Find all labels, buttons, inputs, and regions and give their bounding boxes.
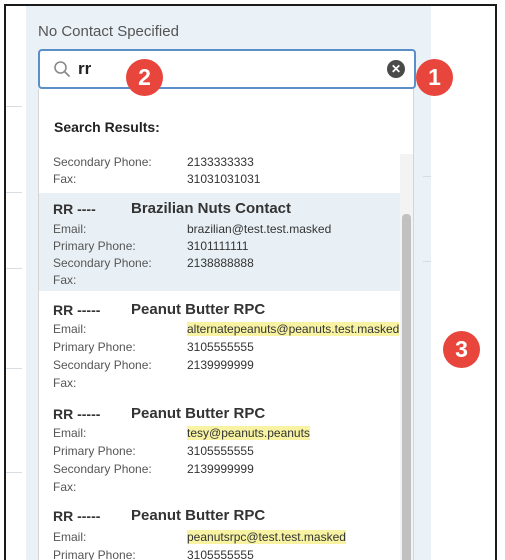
results-scrollbar[interactable] <box>400 154 413 560</box>
field-value: 31031031031 <box>187 172 261 186</box>
field-label: Primary Phone: <box>53 239 136 253</box>
search-input[interactable] <box>78 57 368 81</box>
field-value: alternatepeanuts@peanuts.test.masked <box>187 322 400 336</box>
field-value: 3105555555 <box>187 444 254 458</box>
background-divider <box>6 106 22 107</box>
contact-panel: No Contact Specified ✕ Search Results: S… <box>26 6 431 560</box>
field-label: Email: <box>53 530 87 544</box>
result-name: Peanut Butter RPC <box>131 405 266 422</box>
clear-search-icon[interactable]: ✕ <box>387 60 405 78</box>
field-value: 2139999999 <box>187 462 254 476</box>
field-label: Secondary Phone: <box>53 358 152 372</box>
search-results-title: Search Results: <box>54 119 160 135</box>
contact-search-box[interactable]: ✕ <box>38 49 416 89</box>
search-results-dropdown: Search Results: Secondary Phone: 2133333… <box>38 89 414 560</box>
result-partial[interactable]: Secondary Phone: 2133333333 Fax: 3103103… <box>39 151 401 191</box>
background-divider <box>6 368 22 369</box>
background-divider <box>6 472 22 473</box>
background-divider <box>423 261 431 262</box>
screenshot-frame: No Contact Specified ✕ Search Results: S… <box>4 4 497 560</box>
result-name: Brazilian Nuts Contact <box>131 200 292 217</box>
field-label: Primary Phone: <box>53 548 136 560</box>
result-code: RR ----- <box>53 302 101 318</box>
result-code: RR ----- <box>53 508 101 524</box>
field-label: Fax: <box>53 172 77 186</box>
result-code: RR ---- <box>53 201 96 217</box>
field-value: 2138888888 <box>187 256 254 270</box>
result-name: Peanut Butter RPC <box>131 507 266 524</box>
result-item[interactable]: RR ---- Brazilian Nuts Contact Email: br… <box>39 193 401 291</box>
field-label: Fax: <box>53 376 77 390</box>
callout-badge-1: 1 <box>416 59 453 96</box>
callout-badge-2: 2 <box>126 59 163 96</box>
field-label: Primary Phone: <box>53 444 136 458</box>
background-divider <box>6 192 22 193</box>
field-value: tesy@peanuts.peanuts <box>187 426 310 440</box>
scrollbar-thumb[interactable] <box>402 214 411 560</box>
field-value: 2139999999 <box>187 358 254 372</box>
result-item[interactable]: RR ----- Peanut Butter RPC Email: altern… <box>39 297 401 395</box>
field-label: Primary Phone: <box>53 340 136 354</box>
field-label: Email: <box>53 322 87 336</box>
background-divider <box>423 176 431 177</box>
field-label: Fax: <box>53 480 77 494</box>
result-item[interactable]: RR ----- Peanut Butter RPC Email: peanut… <box>39 503 401 560</box>
field-value: 3101111111 <box>187 239 249 253</box>
field-label: Fax: <box>53 273 77 287</box>
callout-badge-3: 3 <box>443 331 480 368</box>
field-value: 3105555555 <box>187 340 254 354</box>
field-label: Email: <box>53 426 87 440</box>
field-value: 3105555555 <box>187 548 254 560</box>
contact-header: No Contact Specified <box>38 23 179 40</box>
field-label: Email: <box>53 222 87 236</box>
field-value: brazilian@test.test.masked <box>187 222 332 236</box>
field-value: peanutsrpc@test.test.masked <box>187 530 346 544</box>
result-name: Peanut Butter RPC <box>131 301 266 318</box>
result-item[interactable]: RR ----- Peanut Butter RPC Email: tesy@p… <box>39 401 401 499</box>
field-label: Secondary Phone: <box>53 256 152 270</box>
background-divider <box>6 268 22 269</box>
field-value: 2133333333 <box>187 155 254 169</box>
field-label: Secondary Phone: <box>53 155 152 169</box>
search-icon <box>54 61 70 77</box>
field-label: Secondary Phone: <box>53 462 152 476</box>
result-code: RR ----- <box>53 406 101 422</box>
